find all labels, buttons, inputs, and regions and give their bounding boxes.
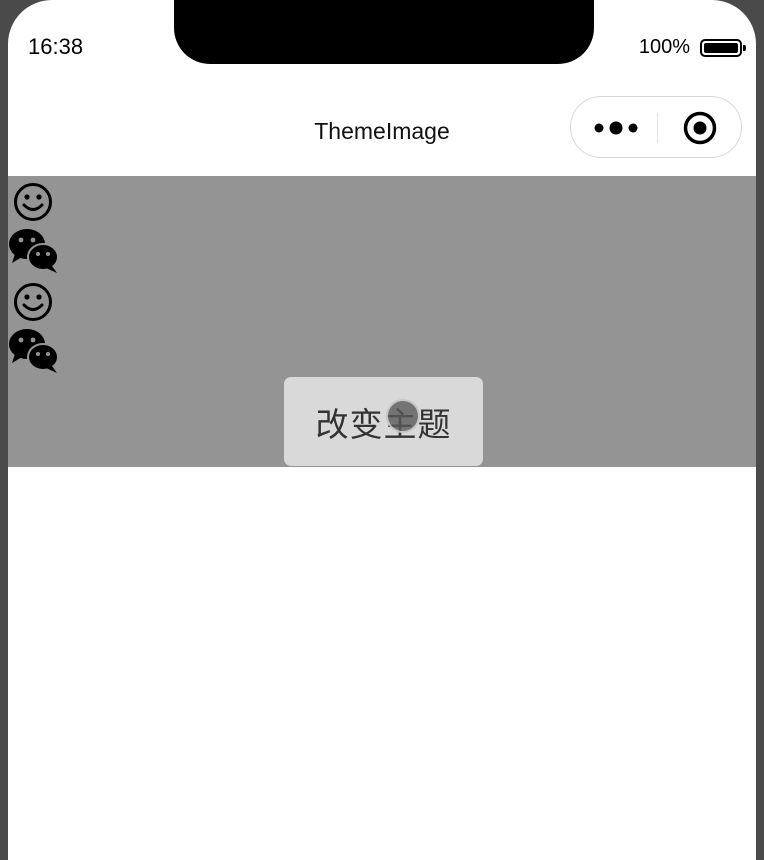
capsule-divider	[657, 113, 658, 143]
smiley-icon	[14, 283, 52, 321]
smiley-icon	[14, 183, 52, 221]
change-theme-button[interactable]: 改变主题	[284, 377, 483, 466]
status-time: 16:38	[28, 34, 84, 59]
more-dots-icon[interactable]	[593, 119, 639, 137]
wechat-icon	[9, 329, 59, 373]
battery-icon	[700, 38, 746, 57]
device-notch	[174, 0, 594, 64]
status-right: 100%	[638, 36, 746, 59]
phone-screen: 16:38 100% ThemeImage 改变主题	[8, 0, 756, 860]
theme-image-banner: 改变主题	[8, 176, 756, 467]
miniprogram-capsule	[570, 96, 742, 158]
wechat-icon	[9, 229, 59, 273]
battery-percentage: 100%	[638, 36, 690, 58]
target-close-icon[interactable]	[683, 111, 717, 145]
touch-cursor	[386, 399, 420, 433]
